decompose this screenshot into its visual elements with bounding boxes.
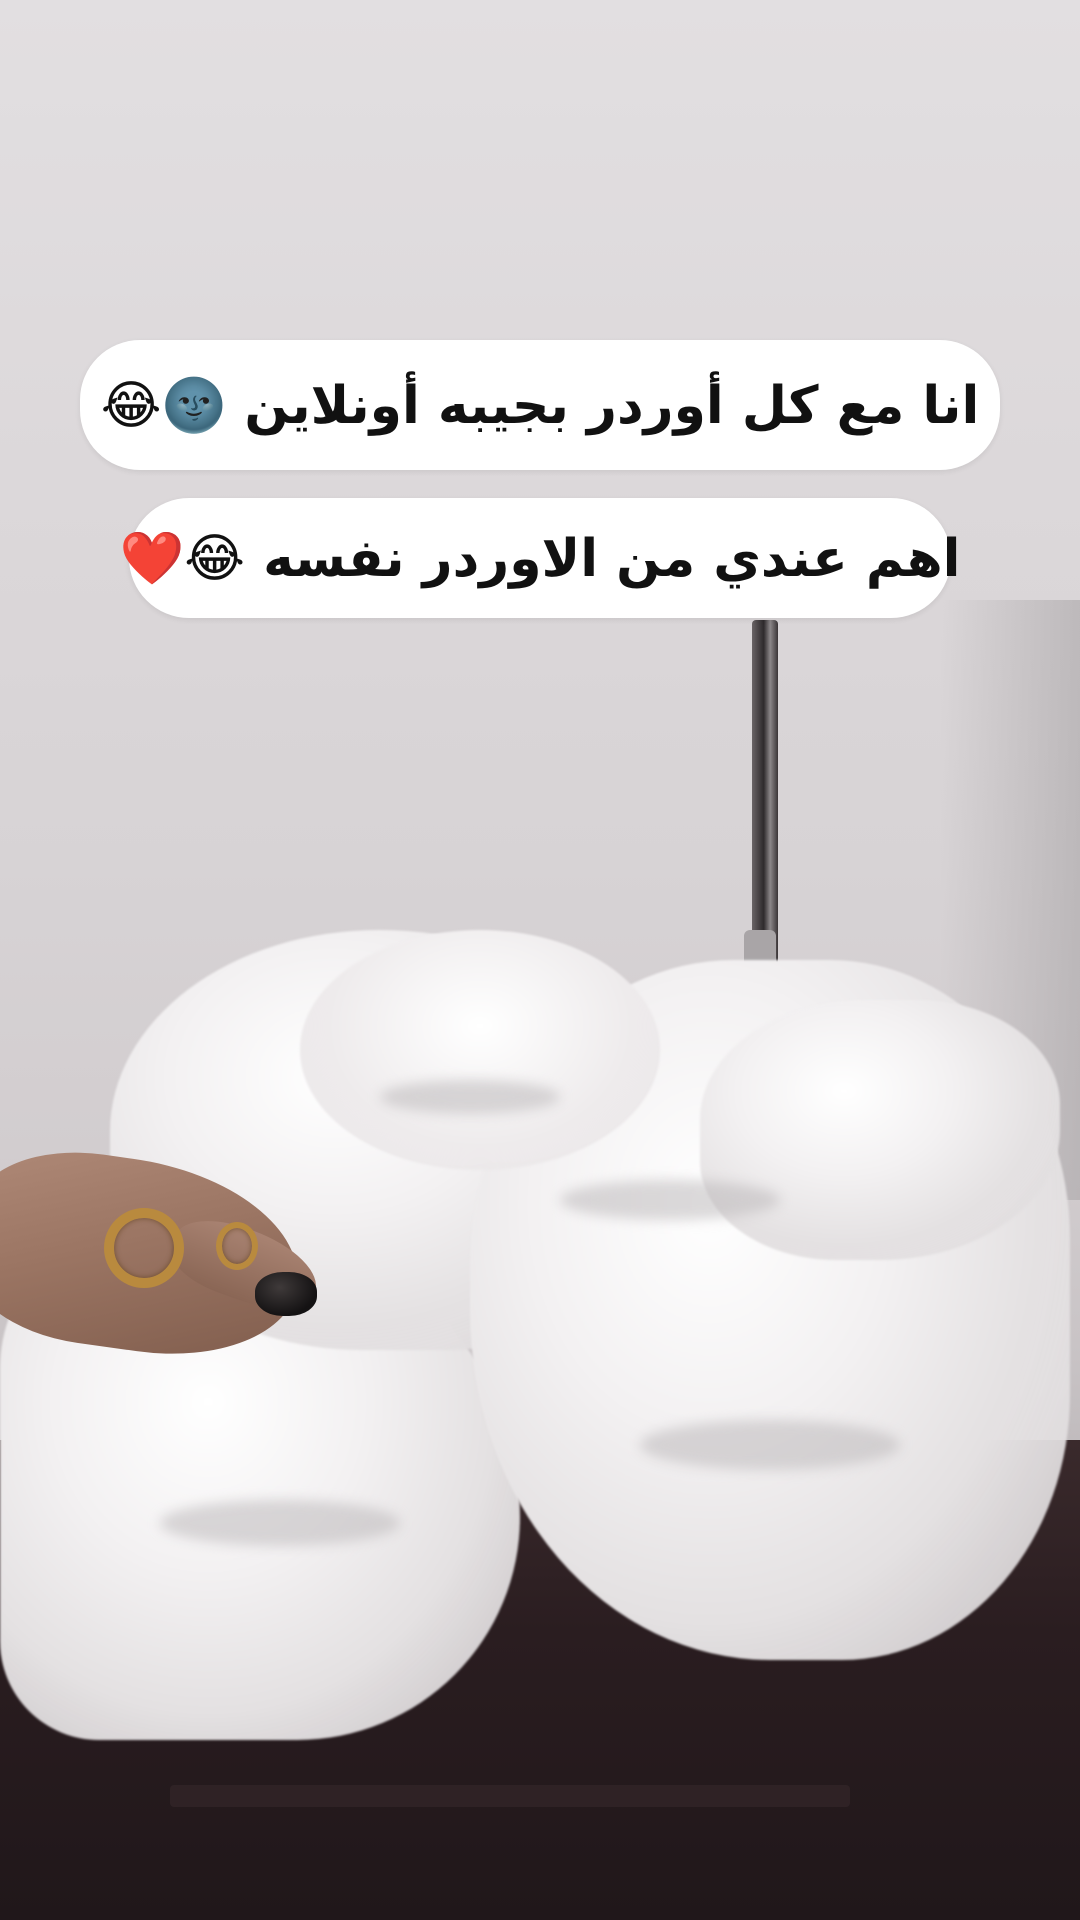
fingernail — [255, 1272, 317, 1316]
caption-line-1-text: انا مع كل أوردر بجيبه أونلاين 🌚😂 — [100, 375, 980, 436]
gold-ring — [104, 1208, 184, 1288]
caption-line-2-text: اهم عندي من الاوردر نفسه 😂❤️ — [119, 528, 961, 589]
metal-pole — [752, 620, 778, 980]
gold-ring-small — [216, 1222, 258, 1270]
plastic-bag-highlight — [300, 930, 660, 1170]
plastic-bag-top-right — [700, 1000, 1060, 1260]
bag-wrinkle — [380, 1080, 560, 1114]
caption-line-1: انا مع كل أوردر بجيبه أونلاين 🌚😂 — [80, 340, 1000, 470]
caption-line-2: اهم عندي من الاوردر نفسه 😂❤️ — [120, 498, 960, 618]
bag-wrinkle — [640, 1420, 900, 1470]
video-frame: انا مع كل أوردر بجيبه أونلاين 🌚😂 اهم عند… — [0, 0, 1080, 1920]
bag-wrinkle — [560, 1180, 780, 1220]
table-edge — [170, 1785, 850, 1807]
bag-wrinkle — [160, 1500, 400, 1546]
